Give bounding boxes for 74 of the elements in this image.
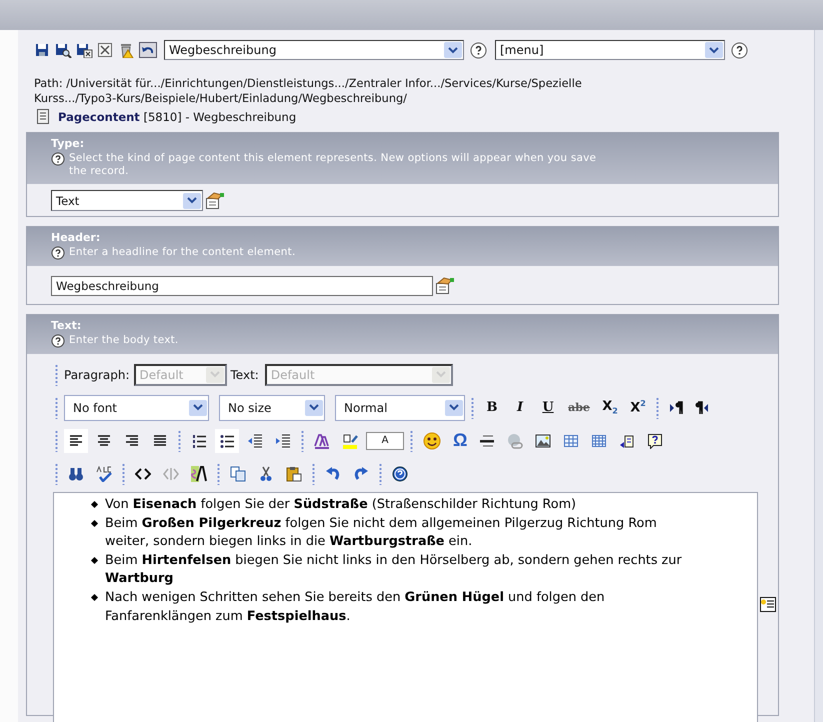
remove-format-icon	[191, 466, 207, 482]
floppy-disk-magnifier-button[interactable]	[55, 42, 73, 58]
list-properties-icon[interactable]	[760, 597, 776, 612]
pilcrow-arrow-icon	[669, 400, 683, 414]
scrollbar[interactable]	[814, 30, 823, 722]
help-bubble-icon	[647, 432, 664, 448]
list-item-text: Nach wenigen Schritten sehen Sie bereits den Grünen Hügel und folgen den Fanfarenklängen zum Festspielhaus.	[105, 588, 606, 626]
indent-icon	[275, 432, 291, 448]
close-button[interactable]	[97, 42, 115, 58]
list-item-text: Von Eisenach folgen Sie der Südstraße (Straßenschilder Richtung Rom)	[105, 496, 576, 514]
code-brackets-icon	[135, 466, 151, 482]
floppy-disk-magnifier-icon	[55, 42, 73, 58]
bullet-icon	[90, 556, 98, 564]
path-text: Path: /Universität für.../Einrichtungen/Dienstleistungs.../Zentraler Infor.../Services/Kurse/Spezielle	[34, 76, 583, 91]
bullet-list-icon	[219, 432, 235, 448]
floppy-disk-close-icon	[76, 42, 94, 58]
text-style-label: Text:	[230, 368, 259, 382]
undo-button[interactable]	[139, 42, 157, 58]
redo-arrow-icon	[353, 466, 369, 482]
page-select[interactable]: Wegbeschreibung	[164, 40, 464, 60]
copy-icon	[230, 466, 246, 482]
help-text: Select the kind of page content this element represents. New options will appear when you save the record.	[69, 152, 598, 178]
table-icon	[563, 432, 580, 448]
paragraph-label: Paragraph:	[64, 368, 130, 382]
menu-select[interactable]: [menu]	[495, 40, 725, 60]
trash-warning-icon	[118, 42, 136, 58]
highlight-icon	[342, 432, 358, 448]
clipboard-icon	[286, 466, 302, 482]
record-title: Pagecontent [5810] - Wegbeschreibung	[58, 110, 296, 124]
font-color-icon	[314, 432, 330, 448]
floppy-disk-close-button[interactable]	[76, 42, 94, 58]
path-text: Kurss.../Typo3-Kurs/Beispiele/Hubert/Einladung/Wegbeschreibung/	[34, 91, 408, 106]
section-title: Type:	[51, 137, 86, 150]
help-icon[interactable]	[731, 42, 748, 58]
list-item-text: Beim Großen Pilgerkreuz folgen Sie nicht dem allgemeinen Pilgerzug Richtung Rom weiter, sondern biegen links in die Wartburgstraße ein.	[105, 514, 658, 552]
bullet-icon	[90, 520, 98, 527]
help-text: Enter the body text.	[69, 334, 180, 347]
help-icon	[392, 466, 408, 482]
section-title: Text:	[51, 319, 82, 332]
justify-icon	[152, 433, 168, 448]
bullet-icon	[90, 500, 98, 508]
close-icon	[97, 42, 115, 58]
help-text: Enter a headline for the content element.	[69, 246, 297, 259]
link-icon	[507, 432, 524, 448]
insert-element-icon	[619, 432, 636, 448]
undo-icon	[139, 42, 157, 58]
help-icon[interactable]	[51, 334, 65, 348]
binoculars-icon	[68, 466, 84, 482]
horizontal-rule-icon	[479, 432, 496, 448]
align-left-icon	[68, 433, 84, 448]
help-icon[interactable]	[51, 246, 65, 260]
numbered-list-icon	[191, 432, 207, 448]
edit-record-icon[interactable]	[435, 276, 455, 294]
help-icon[interactable]	[470, 42, 487, 58]
table-grid-icon	[591, 432, 608, 448]
scissors-icon	[258, 466, 274, 482]
edit-record-icon[interactable]	[205, 192, 225, 210]
align-center-icon	[96, 433, 112, 448]
text-editor[interactable]	[53, 492, 758, 722]
spellcheck-icon	[96, 466, 112, 482]
pilcrow-arrow-icon	[695, 400, 709, 414]
section-title: Header:	[51, 231, 102, 244]
header-input[interactable]: Wegbeschreibung	[51, 276, 433, 296]
image-icon	[535, 432, 552, 448]
document-icon	[36, 109, 50, 124]
outdent-icon	[247, 432, 263, 448]
bullet-icon	[90, 594, 98, 601]
disabled-code-icon	[163, 466, 179, 482]
trash-warning-button[interactable]	[118, 42, 136, 58]
undo-arrow-icon	[325, 466, 341, 482]
type-select[interactable]: Text	[51, 190, 203, 211]
help-icon[interactable]	[51, 152, 65, 166]
smiley-icon	[423, 432, 441, 450]
align-right-icon	[124, 433, 140, 448]
